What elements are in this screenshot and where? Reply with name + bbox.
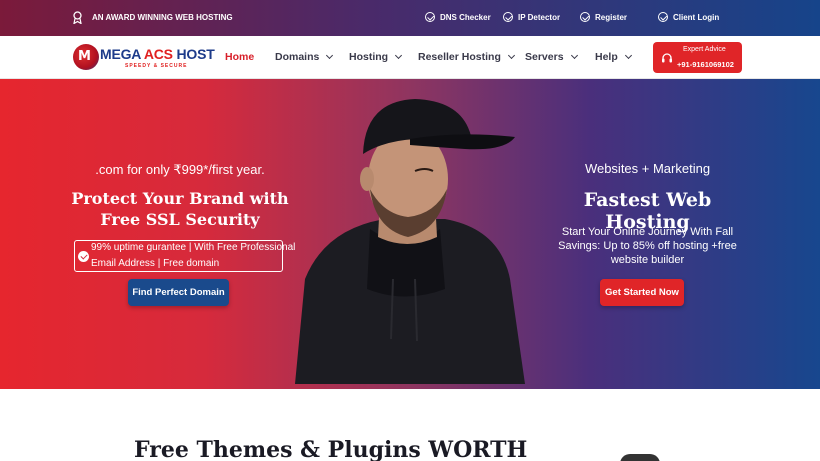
check-circle-icon — [78, 251, 89, 262]
expert-advice-label: Expert Advice — [683, 46, 726, 53]
chevron-down-icon — [326, 51, 334, 60]
chevron-down-icon — [624, 51, 632, 60]
nav-hosting[interactable]: Hosting — [349, 51, 403, 63]
site-logo[interactable]: MEGA ACS HOST SPEEDY & SECURE — [73, 44, 215, 72]
headset-icon — [661, 51, 673, 63]
ip-detector-label: IP Detector — [518, 12, 561, 22]
hero-left-headline-1: Protect Your Brand with — [71, 189, 289, 208]
find-domain-button[interactable]: Find Perfect Domain — [128, 279, 229, 306]
check-circle-icon — [425, 12, 435, 22]
feature-line-2: Email Address | Free domain — [91, 258, 220, 269]
nav-reseller-hosting[interactable]: Reseller Hosting — [418, 51, 515, 63]
logo-name: MEGA ACS HOST — [100, 46, 215, 62]
chevron-down-icon — [570, 51, 578, 60]
dns-checker-label: DNS Checker — [440, 12, 491, 22]
feature-line-1: 99% uptime gurantee | With Free Professi… — [91, 242, 296, 253]
check-circle-icon — [658, 12, 668, 22]
section-heading: Free Themes & Plugins WORTH — [134, 437, 528, 461]
award-icon — [72, 11, 83, 25]
feature-box: 99% uptime gurantee | With Free Professi… — [74, 240, 295, 272]
register-link[interactable]: Register — [580, 12, 627, 22]
get-started-button[interactable]: Get Started Now — [600, 279, 684, 306]
nav-help[interactable]: Help — [595, 51, 632, 63]
check-circle-icon — [503, 12, 513, 22]
hero-banner: .com for only ₹999*/first year. Protect … — [0, 79, 820, 389]
main-nav: MEGA ACS HOST SPEEDY & SECURE Home Domai… — [0, 36, 820, 79]
hero-left-headline-2: Free SSL Security — [100, 210, 260, 229]
award-text: AN AWARD WINNING WEB HOSTING — [92, 13, 233, 22]
client-login-link[interactable]: Client Login — [658, 12, 719, 22]
top-bar: AN AWARD WINNING WEB HOSTING DNS Checker… — [0, 0, 820, 36]
expert-phone: +91-9161069102 — [677, 60, 734, 69]
nav-servers[interactable]: Servers — [525, 51, 578, 63]
nav-home[interactable]: Home — [225, 51, 254, 63]
chevron-down-icon — [395, 51, 403, 60]
check-circle-icon — [580, 12, 590, 22]
dns-checker-link[interactable]: DNS Checker — [425, 12, 491, 22]
nav-domains[interactable]: Domains — [275, 51, 334, 63]
expert-advice-button[interactable]: Expert Advice +91-9161069102 — [653, 42, 742, 73]
award-banner: AN AWARD WINNING WEB HOSTING — [72, 11, 233, 25]
logo-tagline: SPEEDY & SECURE — [125, 63, 188, 69]
hero-promo-text: .com for only ₹999*/first year. — [95, 162, 265, 177]
section-image — [620, 454, 660, 461]
hero-right-subtitle: Websites + Marketing — [584, 161, 711, 176]
hero-right-description: Start Your Online Journey With Fall Savi… — [558, 226, 737, 266]
ip-detector-link[interactable]: IP Detector — [503, 12, 560, 22]
logo-mark-icon — [73, 44, 99, 70]
register-label: Register — [595, 12, 628, 22]
chevron-down-icon — [507, 51, 515, 60]
client-login-label: Client Login — [673, 12, 720, 22]
hero-person-image — [295, 99, 525, 384]
